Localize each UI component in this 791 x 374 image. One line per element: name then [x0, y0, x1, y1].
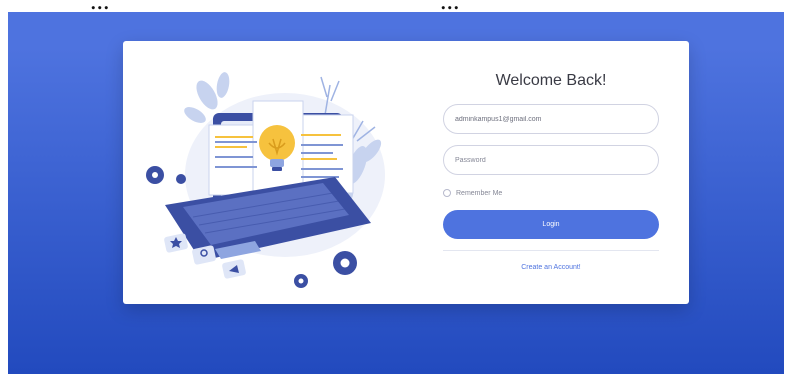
remember-me-row[interactable]: Remember Me — [443, 187, 502, 199]
remember-me-checkbox[interactable] — [443, 189, 451, 197]
divider — [443, 250, 659, 251]
password-field[interactable] — [443, 145, 659, 175]
create-account-link[interactable]: Create an Account! — [443, 264, 659, 271]
login-form: Welcome Back! Remember Me Login Create a… — [443, 41, 659, 304]
login-card: Welcome Back! Remember Me Login Create a… — [123, 41, 689, 304]
email-field[interactable] — [443, 104, 659, 134]
welcome-heading: Welcome Back! — [495, 72, 607, 89]
login-button[interactable]: Login — [443, 210, 659, 239]
remember-me-label: Remember Me — [456, 189, 503, 197]
laptop-lightbulb-illustration — [146, 72, 385, 288]
